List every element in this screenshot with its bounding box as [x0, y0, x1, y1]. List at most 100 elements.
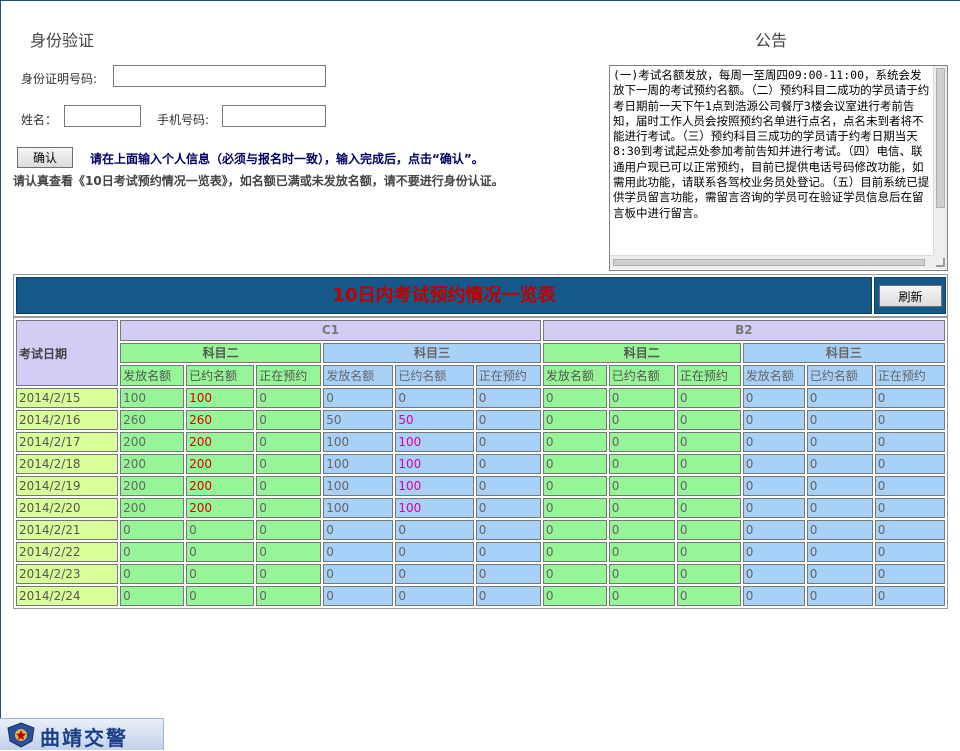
quota-cell: 0	[542, 586, 607, 606]
table-row: 2014/2/22 0 0 0 0 0 0 0 0 0 0 0 0	[16, 542, 945, 562]
quota-cell: 0	[323, 564, 394, 584]
quota-cell: 0	[608, 542, 675, 562]
quota-cell: 100	[323, 432, 394, 452]
subject-header-row: 科目二 科目三 科目二 科目三	[16, 342, 945, 364]
quota-cell: 100	[120, 388, 185, 408]
exam-date-cell: 2014/2/16	[16, 410, 119, 430]
quota-cell: 0	[475, 542, 541, 562]
quota-cell: 200	[120, 476, 185, 496]
quota-cell: 50	[323, 410, 394, 430]
refresh-button[interactable]: 刷新	[879, 285, 942, 307]
quota-cell: 0	[806, 542, 873, 562]
notice-horizontal-scroll-thumb[interactable]	[613, 259, 925, 266]
quota-cell: 0	[874, 410, 945, 430]
resize-grip-icon[interactable]	[933, 255, 947, 269]
quota-cell: 0	[475, 498, 541, 518]
exam-date-cell: 2014/2/19	[16, 476, 119, 496]
quota-cell: 0	[742, 454, 805, 474]
quota-cell: 0	[806, 520, 873, 540]
column-header: 正在预约	[475, 365, 541, 386]
column-header: 正在预约	[256, 365, 322, 386]
booking-table: 考试日期 C1 B2 科目二 科目三 科目二 科目三 发放名额 已约名额 正在预约发…	[13, 317, 948, 609]
quota-cell: 0	[120, 520, 185, 540]
notice-vertical-scroll-thumb[interactable]	[936, 68, 945, 208]
quota-cell: 0	[608, 388, 675, 408]
input-hint: 请在上面输入个人信息（必须与报名时一致），输入完成后，点击“确认”。	[90, 152, 484, 166]
subject-header-b2-subject2: 科目二	[542, 342, 741, 364]
quota-cell: 0	[806, 454, 873, 474]
quota-cell: 0	[742, 476, 805, 496]
quota-cell: 0	[475, 454, 541, 474]
quota-cell: 0	[542, 454, 607, 474]
quota-cell: 0	[806, 410, 873, 430]
quota-cell: 100	[323, 476, 394, 496]
quota-cell: 0	[742, 542, 805, 562]
notice-horizontal-scrollbar[interactable]	[610, 255, 933, 269]
notice-textarea[interactable]: (一)考试名额发放，每周一至周四09:00-11:00，系统会发放下一周的考试预…	[609, 65, 948, 271]
quota-cell: 0	[608, 432, 675, 452]
quota-cell: 0	[676, 542, 741, 562]
column-header: 已约名额	[395, 365, 474, 386]
quota-cell: 0	[475, 410, 541, 430]
quota-cell: 200	[186, 432, 255, 452]
subject-header-c1-subject3: 科目三	[323, 342, 541, 364]
quota-cell: 0	[120, 564, 185, 584]
quota-cell: 0	[186, 564, 255, 584]
police-badge-icon	[7, 722, 35, 748]
table-title: 10日内考试预约情况一览表	[16, 277, 872, 314]
quota-cell: 0	[120, 586, 185, 606]
quota-cell: 0	[323, 586, 394, 606]
quota-cell: 0	[256, 454, 322, 474]
confirm-button[interactable]: 确认	[17, 147, 73, 168]
column-header: 发放名额	[542, 365, 607, 386]
column-header: 发放名额	[323, 365, 394, 386]
quota-cell: 0	[874, 454, 945, 474]
quota-cell: 100	[186, 388, 255, 408]
column-header: 发放名额	[120, 365, 185, 386]
quota-cell: 100	[395, 454, 474, 474]
quota-cell: 0	[395, 520, 474, 540]
quota-cell: 0	[256, 498, 322, 518]
quota-cell: 0	[542, 388, 607, 408]
quota-cell: 0	[256, 410, 322, 430]
quota-cell: 0	[676, 388, 741, 408]
quota-cell: 0	[676, 520, 741, 540]
column-header: 已约名额	[806, 365, 873, 386]
quota-cell: 0	[475, 432, 541, 452]
quota-cell: 0	[395, 564, 474, 584]
quota-cell: 0	[874, 432, 945, 452]
quota-cell: 0	[323, 520, 394, 540]
quota-cell: 0	[542, 542, 607, 562]
name-input[interactable]	[64, 105, 141, 127]
notice-title: 公告	[755, 31, 788, 50]
quota-cell: 0	[256, 586, 322, 606]
notice-vertical-scrollbar[interactable]	[933, 66, 947, 255]
quota-cell: 0	[874, 498, 945, 518]
quota-cell: 0	[256, 542, 322, 562]
quota-cell: 0	[120, 542, 185, 562]
quota-cell: 0	[806, 564, 873, 584]
quota-cell: 0	[742, 586, 805, 606]
quota-cell: 0	[676, 454, 741, 474]
auth-title: 身份验证	[30, 31, 95, 50]
table-row: 2014/2/16 260 260 0 50 50 0 0 0 0 0 0 0	[16, 410, 945, 430]
quota-cell: 0	[676, 432, 741, 452]
quota-cell: 0	[874, 476, 945, 496]
phone-input[interactable]	[222, 105, 326, 127]
exam-date-cell: 2014/2/17	[16, 432, 119, 452]
column-header: 已约名额	[608, 365, 675, 386]
id-number-input[interactable]	[113, 65, 326, 87]
license-header-b2: B2	[542, 320, 945, 341]
quota-cell: 200	[186, 454, 255, 474]
column-header-row: 发放名额 已约名额 正在预约 发放名额 已约名额 正在预约 发放名额 已约名额 正在预约 发放名额…	[16, 365, 945, 386]
quota-cell: 0	[608, 586, 675, 606]
quota-cell: 0	[256, 432, 322, 452]
booking-table-section: 10日内考试预约情况一览表 刷新 考试日期 C1 B2 科目二 科目三 科目二 …	[13, 274, 948, 609]
quota-cell: 0	[874, 388, 945, 408]
quota-cell: 0	[676, 498, 741, 518]
subject-header-c1-subject2: 科目二	[120, 342, 322, 364]
quota-cell: 0	[323, 388, 394, 408]
quota-cell: 100	[323, 498, 394, 518]
quota-cell: 0	[608, 498, 675, 518]
quota-cell: 0	[608, 410, 675, 430]
